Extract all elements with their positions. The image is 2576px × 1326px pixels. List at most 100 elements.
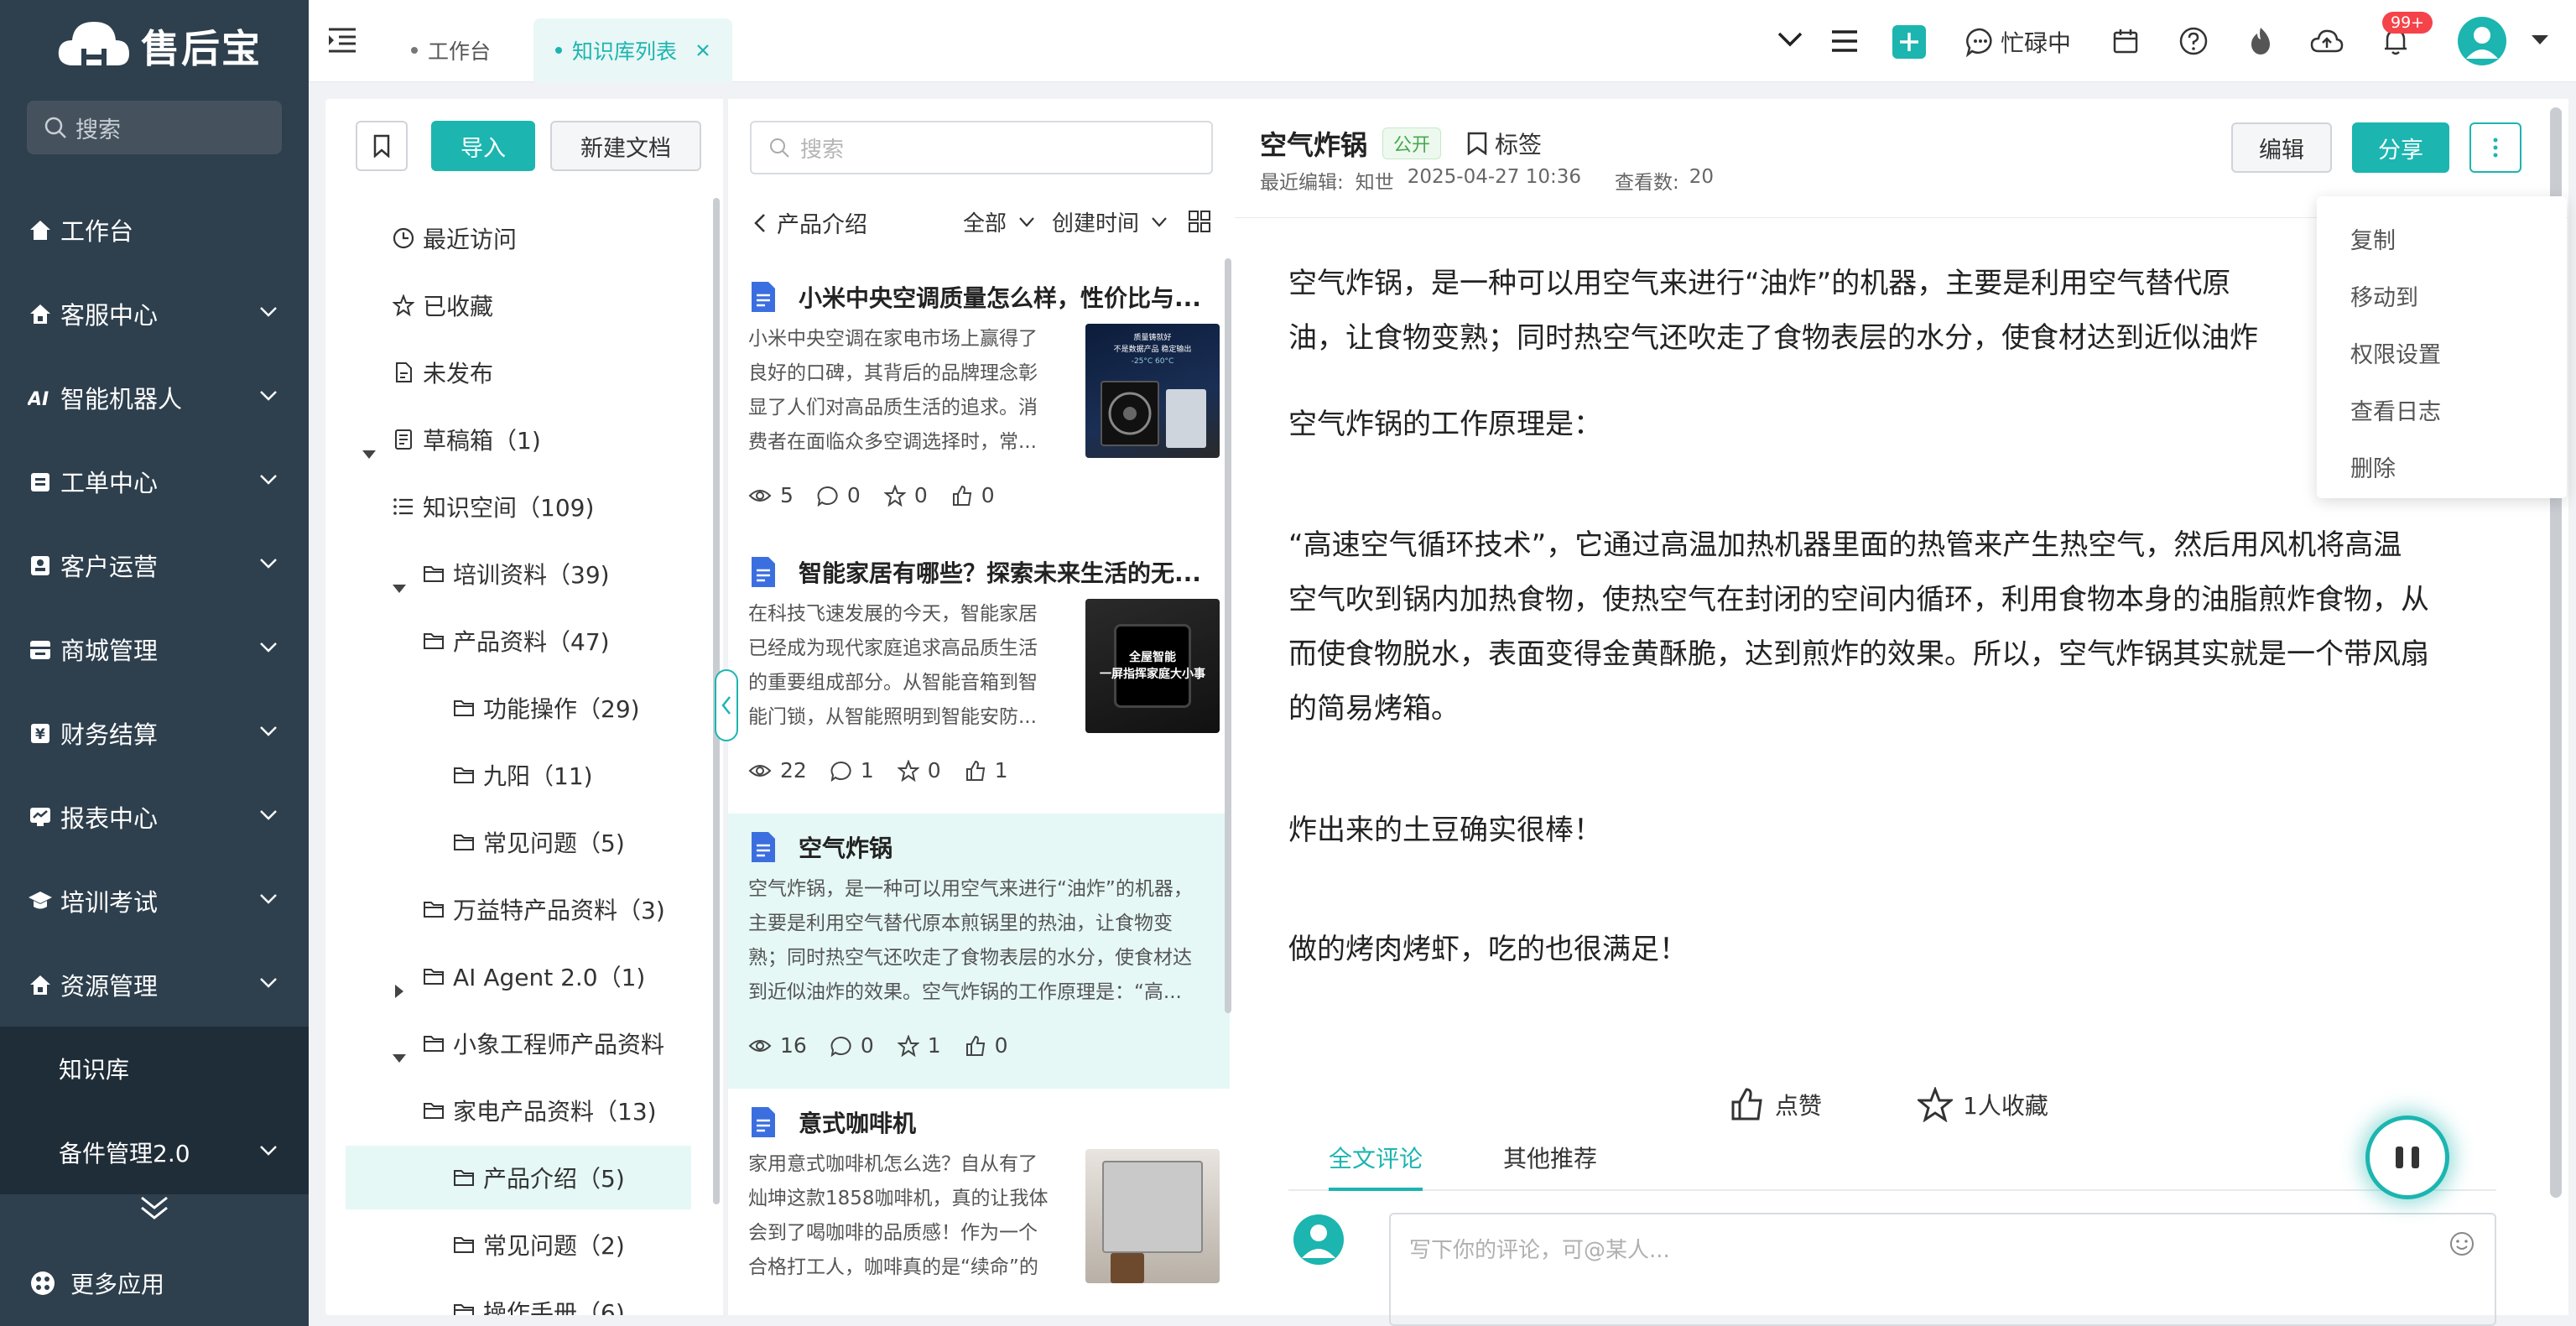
sidebar-item-ticket-center[interactable]: 工单中心 — [0, 439, 309, 523]
sidebar-item-training-exam[interactable]: 培训考试 — [0, 859, 309, 943]
views-stat: 22 — [748, 758, 807, 783]
more-button[interactable] — [2469, 122, 2521, 173]
report-icon — [27, 803, 54, 830]
tab-active-indicator — [1329, 1188, 1423, 1191]
new-doc-button[interactable]: 新建文档 — [550, 121, 701, 171]
tree-item-joyoung[interactable]: 九阳（11) — [453, 750, 593, 800]
doc-card[interactable]: 小米中央空调质量怎么样，性价比与... 小米中央空调在家电市场上赢得了 良好的口… — [728, 263, 1230, 538]
sidebar-expand[interactable] — [0, 1174, 309, 1241]
comment-input[interactable]: 写下你的评论，可@某人... — [1389, 1213, 2496, 1326]
menu-item-permissions[interactable]: 权限设置 — [2317, 324, 2567, 381]
help-icon[interactable] — [2179, 27, 2208, 55]
floating-pause-button[interactable] — [2365, 1115, 2449, 1199]
doc-title: 意式咖啡机 — [799, 1110, 917, 1137]
caret-down-icon[interactable] — [2530, 34, 2550, 47]
tree-item-training-materials[interactable]: 培训资料（39) — [423, 549, 610, 599]
tree-item-faq[interactable]: 常见问题（5) — [453, 817, 625, 867]
add-icon[interactable] — [1892, 25, 1926, 59]
tree-item-manual[interactable]: 操作手册（6) — [453, 1287, 625, 1315]
doc-card-selected[interactable]: 空气炸锅 空气炸锅，是一种可以用空气来进行“油炸”的机器， 主要是利用空气替代原… — [728, 814, 1230, 1089]
doc-list-scrollbar[interactable] — [1225, 258, 1231, 1013]
sidebar-item-report-center[interactable]: 报表中心 — [0, 775, 309, 859]
excerpt-line: 熟；同时热空气还吹走了食物表层的水分，使食材达 — [748, 947, 1192, 969]
filter-all[interactable]: 全部 — [963, 206, 1035, 237]
paragraph-line: “高速空气循环技术”，它通过高温加热机器里面的热管来产生热空气，然后用风机将高温 — [1288, 528, 2402, 562]
share-button[interactable]: 分享 — [2352, 122, 2449, 173]
tree-item-faq-2[interactable]: 常见问题（2) — [453, 1219, 625, 1270]
tree-item-unpublished[interactable]: 未发布 — [393, 347, 493, 398]
breadcrumb[interactable]: 产品介绍 — [753, 206, 867, 239]
sidebar-item-workbench[interactable]: 工作台 — [0, 188, 309, 272]
caret-down-icon[interactable] — [391, 1050, 408, 1067]
tab-knowledge-list[interactable]: 知识库列表 — [533, 18, 733, 82]
menu-item-delete[interactable]: 删除 — [2317, 438, 2567, 495]
caret-down-icon[interactable] — [391, 580, 408, 597]
tree-item-knowledge-space[interactable]: 知识空间（109) — [393, 481, 594, 532]
doc-search-input[interactable]: 搜索 — [750, 121, 1213, 174]
collapse-handle[interactable] — [715, 669, 738, 741]
caret-right-icon[interactable] — [391, 983, 408, 1000]
sidebar-item-store-management[interactable]: 商城管理 — [0, 607, 309, 691]
chevron-down-icon — [260, 307, 277, 317]
menu-item-view-log[interactable]: 查看日志 — [2317, 381, 2567, 438]
tree-item-ai-agent[interactable]: AI Agent 2.0（1) — [423, 951, 645, 1001]
calendar-icon[interactable] — [2112, 28, 2139, 55]
tag-button[interactable]: 标签 — [1466, 127, 1542, 160]
tree-item-xiaoxiang[interactable]: 小象工程师产品资料 — [423, 1018, 664, 1069]
status-selector[interactable]: 忙碌中 — [1965, 25, 2071, 59]
tab-recommend[interactable]: 其他推荐 — [1503, 1141, 1597, 1174]
logo[interactable]: 售后宝 — [55, 15, 262, 77]
tree-item-product-intro[interactable]: 产品介绍（5) — [453, 1152, 625, 1203]
tree-item-drafts[interactable]: 草稿箱（1) — [393, 414, 541, 465]
doc-card[interactable]: 意式咖啡机 家用意式咖啡机怎么选？自从有了 灿坤这款1858咖啡机，真的让我体 … — [728, 1089, 1230, 1315]
tree-item-favorites[interactable]: 已收藏 — [393, 280, 493, 330]
tree-item-recent[interactable]: 最近访问 — [393, 213, 517, 263]
sidebar-item-finance[interactable]: ¥ 财务结算 — [0, 691, 309, 775]
list-menu-icon[interactable] — [1830, 29, 1859, 54]
thumb-line: 质量铸就好 — [1133, 334, 1172, 342]
thumb-caption: 质量铸就好 不是数据产品 稳定输出 -25°C 60°C — [1085, 332, 1220, 367]
folder-icon — [424, 1103, 444, 1119]
tab-label: 知识库列表 — [572, 39, 678, 64]
grid-view-icon[interactable] — [1188, 210, 1211, 233]
sidebar-search[interactable]: 搜索 — [27, 101, 282, 154]
fire-icon[interactable] — [2246, 26, 2275, 56]
sidebar-item-resource-management[interactable]: 资源管理 — [0, 943, 309, 1027]
menu-fold-icon[interactable] — [327, 27, 357, 54]
more-apps[interactable]: 更多应用 — [0, 1241, 309, 1325]
coffee-cup-graphic — [1111, 1253, 1144, 1283]
folder-icon — [424, 969, 444, 985]
avatar[interactable] — [2458, 17, 2506, 65]
sort-selector[interactable]: 创建时间 — [1052, 206, 1168, 237]
tree-item-function-ops[interactable]: 功能操作（29) — [453, 683, 640, 733]
star-icon — [1918, 1087, 1953, 1122]
menu-item-move[interactable]: 移动到 — [2317, 267, 2567, 324]
tree-item-wanyite[interactable]: 万益特产品资料（3) — [423, 884, 665, 934]
tab-workbench[interactable]: 工作台 — [411, 18, 491, 82]
menu-item-copy[interactable]: 复制 — [2317, 210, 2567, 267]
doc-card[interactable]: 智能家居有哪些？探索未来生活的无... 在科技飞速发展的今天，智能家居 已经成为… — [728, 538, 1230, 814]
doc-icon — [752, 832, 775, 862]
chevron-down-icon — [260, 642, 277, 653]
edit-button[interactable]: 编辑 — [2231, 122, 2332, 173]
bookmark-button[interactable] — [356, 121, 408, 171]
tree-item-appliances[interactable]: 家电产品资料（13) — [423, 1085, 657, 1136]
caret-down-icon[interactable] — [361, 446, 377, 463]
emoji-icon[interactable] — [2449, 1231, 2475, 1256]
sidebar-item-ai-robot[interactable]: AI 智能机器人 — [0, 356, 309, 439]
tab-comments[interactable]: 全文评论 — [1329, 1141, 1423, 1191]
filter-all-label: 全部 — [963, 211, 1007, 237]
tree-item-product-materials[interactable]: 产品资料（47) — [423, 616, 610, 666]
like-button[interactable]: 点赞 — [1730, 1087, 1822, 1122]
folder-icon — [454, 767, 474, 783]
sidebar-item-service-center[interactable]: 客服中心 — [0, 272, 309, 356]
chevron-down-icon[interactable] — [1777, 30, 1803, 49]
favorite-button[interactable]: 1人收藏 — [1918, 1087, 2048, 1122]
more-dropdown: 复制 移动到 权限设置 查看日志 删除 — [2317, 196, 2567, 498]
sidebar-item-customer-ops[interactable]: 客户运营 — [0, 523, 309, 607]
sidebar-subitem-knowledge-base[interactable]: 知识库 — [0, 1027, 309, 1110]
tree-item-label: 万益特产品资料（3) — [453, 897, 665, 924]
cloud-upload-icon[interactable] — [2310, 28, 2344, 55]
close-icon[interactable] — [695, 43, 710, 58]
import-button[interactable]: 导入 — [431, 121, 535, 171]
